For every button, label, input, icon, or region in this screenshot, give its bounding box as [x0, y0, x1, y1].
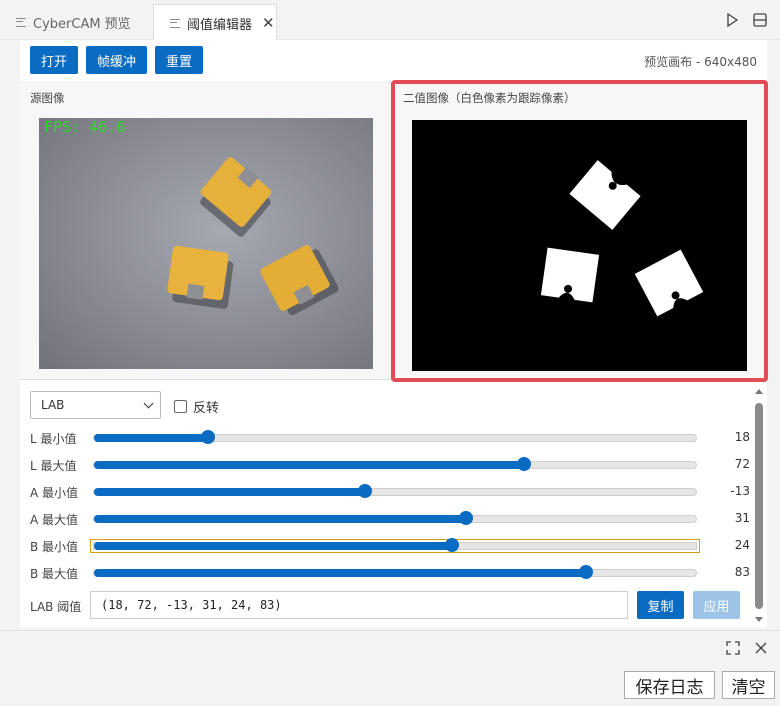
framebuffer-button[interactable]: 帧缓冲	[86, 46, 148, 74]
chevron-down-icon	[143, 398, 154, 409]
color-mode-value: LAB	[41, 398, 65, 412]
fps-overlay: FPS: 46.6	[44, 118, 126, 136]
slider-row: B 最大值 83	[30, 563, 750, 583]
slider-row: L 最小值 18	[30, 428, 750, 448]
slider-thumb[interactable]	[517, 457, 532, 471]
preview-canvas-info: 预览画布 - 640x480	[644, 55, 757, 69]
slider-value: 31	[734, 511, 750, 525]
slider-row: L 最大值 72	[30, 455, 750, 475]
slider-track[interactable]	[93, 484, 697, 498]
lab-threshold-label: LAB 阈值	[30, 600, 82, 614]
slider-thumb[interactable]	[579, 565, 594, 579]
invert-label: 反转	[193, 401, 220, 416]
slider-thumb[interactable]	[445, 538, 460, 552]
invert-toggle[interactable]: 反转	[174, 397, 219, 416]
open-button[interactable]: 打开	[30, 46, 79, 74]
binary-image-highlight	[391, 80, 768, 382]
apply-button[interactable]: 应用	[693, 591, 740, 619]
tab-threshold-editor[interactable]: 阈值编辑器 ✕	[153, 4, 277, 41]
document-icon	[170, 18, 180, 28]
tab-label: 阈值编辑器	[187, 17, 253, 33]
slider-fill	[94, 542, 453, 550]
source-image: FPS: 46.6	[39, 118, 373, 369]
slider-value: -13	[730, 484, 750, 498]
scroll-up-icon[interactable]	[755, 389, 763, 394]
slider-fill	[94, 488, 365, 496]
slider-row: A 最小值 -13	[30, 482, 750, 502]
threshold-editor-panel: 打开 帧缓冲 重置 预览画布 - 640x480 源图像 二值图像（白色像素为跟…	[20, 40, 768, 628]
slider-label: L 最大值	[30, 459, 77, 473]
slider-fill	[94, 569, 587, 577]
save-log-button[interactable]: 保存日志	[624, 671, 715, 699]
slider-track[interactable]	[93, 457, 697, 471]
clear-log-button[interactable]: 清空	[722, 671, 775, 699]
controls-scrollbar[interactable]	[753, 385, 765, 630]
threshold-controls: LAB 反转 L 最小值 18 L 最大值 72 A 最小值 -13 A 最大值 31 B 最小…	[20, 382, 767, 628]
log-panel: 保存日志 清空	[0, 630, 780, 706]
invert-checkbox[interactable]	[174, 400, 187, 413]
run-icon[interactable]	[724, 12, 740, 28]
close-icon[interactable]	[754, 641, 768, 655]
slider-value: 72	[734, 457, 750, 471]
slider-label: B 最大值	[30, 567, 79, 581]
close-icon[interactable]: ✕	[262, 14, 275, 32]
slider-label: L 最小值	[30, 432, 77, 446]
slider-value: 18	[734, 430, 750, 444]
slider-row: B 最小值 24	[30, 536, 750, 556]
slider-track[interactable]	[90, 538, 700, 553]
slider-row: A 最大值 31	[30, 509, 750, 529]
slider-thumb[interactable]	[201, 430, 216, 444]
slider-label: A 最大值	[30, 513, 79, 527]
toolbar: 打开 帧缓冲 重置	[30, 46, 204, 74]
slider-value: 83	[734, 565, 750, 579]
lab-threshold-input[interactable]: (18, 72, -13, 31, 24, 83)	[90, 591, 628, 619]
slider-track[interactable]	[93, 511, 697, 525]
split-editor-icon[interactable]	[752, 12, 768, 28]
source-image-label: 源图像	[30, 91, 65, 105]
copy-button[interactable]: 复制	[637, 591, 684, 619]
slider-fill	[94, 434, 209, 442]
document-icon	[16, 17, 26, 27]
slider-thumb[interactable]	[357, 484, 372, 498]
reset-button[interactable]: 重置	[155, 46, 204, 74]
scrollbar-thumb[interactable]	[755, 403, 763, 609]
maximize-icon[interactable]	[726, 641, 740, 655]
slider-label: B 最小值	[30, 540, 79, 554]
slider-track[interactable]	[93, 430, 697, 444]
scroll-down-icon[interactable]	[755, 617, 763, 622]
slider-thumb[interactable]	[459, 511, 474, 525]
slider-fill	[94, 461, 525, 469]
color-mode-select[interactable]: LAB	[30, 391, 161, 419]
slider-value: 24	[734, 538, 750, 552]
editor-tab-bar: CyberCAM 预览 阈值编辑器 ✕	[0, 0, 780, 41]
slider-fill	[94, 515, 467, 523]
tab-cybercam-preview[interactable]: CyberCAM 预览	[16, 4, 131, 40]
source-image-scene	[39, 118, 373, 369]
slider-label: A 最小值	[30, 486, 79, 500]
slider-track[interactable]	[93, 565, 697, 579]
tab-label: CyberCAM 预览	[33, 16, 131, 32]
